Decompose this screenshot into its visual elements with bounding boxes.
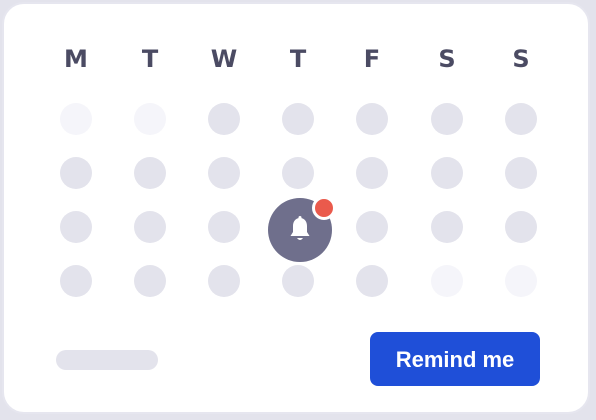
calendar-day-dot[interactable] <box>431 211 463 243</box>
calendar-day-dot[interactable] <box>356 211 388 243</box>
weekday-label: T <box>141 45 159 73</box>
weekday-label: S <box>512 45 530 73</box>
notification-badge <box>312 196 336 220</box>
weekday-label: W <box>210 45 238 73</box>
calendar-day-dot[interactable] <box>60 211 92 243</box>
calendar-day-dot-inactive <box>60 103 92 135</box>
weekday-label: F <box>363 45 381 73</box>
calendar-day-dot[interactable] <box>134 157 166 189</box>
calendar-day-dot[interactable] <box>282 265 314 297</box>
calendar-day-dot[interactable] <box>431 103 463 135</box>
weekday-label: T <box>289 45 307 73</box>
calendar-day-dot[interactable] <box>505 103 537 135</box>
calendar-day-dot[interactable] <box>208 157 240 189</box>
weekday-label: S <box>438 45 456 73</box>
placeholder-bar <box>56 350 158 370</box>
calendar-day-dot[interactable] <box>356 157 388 189</box>
calendar-day-dot-inactive <box>505 265 537 297</box>
calendar-day-dot[interactable] <box>356 103 388 135</box>
calendar-day-dot[interactable] <box>282 103 314 135</box>
calendar-day-dot[interactable] <box>282 157 314 189</box>
calendar-day-dot[interactable] <box>505 157 537 189</box>
calendar-day-dot[interactable] <box>60 157 92 189</box>
bell-icon <box>290 216 310 240</box>
calendar-day-dot[interactable] <box>134 211 166 243</box>
weekday-label: M <box>64 45 88 73</box>
reminder-day-marker[interactable] <box>268 196 336 262</box>
calendar-day-dot[interactable] <box>431 157 463 189</box>
calendar-day-dot[interactable] <box>505 211 537 243</box>
calendar-day-dot-inactive <box>431 265 463 297</box>
calendar-day-dot[interactable] <box>208 211 240 243</box>
calendar-day-dot[interactable] <box>208 103 240 135</box>
remind-me-button[interactable]: Remind me <box>370 332 540 386</box>
calendar-card: M T W T F S S Remind me <box>2 2 590 414</box>
calendar-day-dot[interactable] <box>208 265 240 297</box>
calendar-day-dot[interactable] <box>134 265 166 297</box>
calendar-day-dot[interactable] <box>356 265 388 297</box>
calendar-day-dot[interactable] <box>60 265 92 297</box>
calendar-day-dot-inactive <box>134 103 166 135</box>
